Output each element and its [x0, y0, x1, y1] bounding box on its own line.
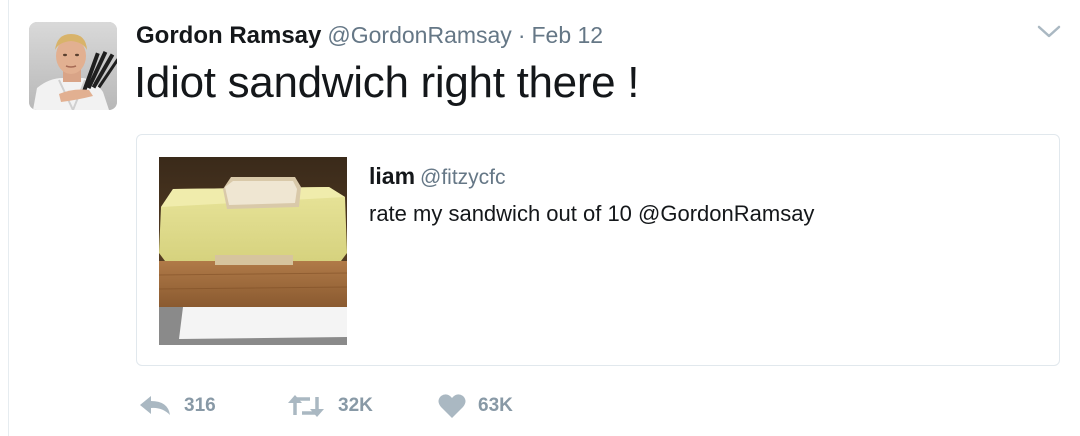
reply-icon — [138, 393, 172, 419]
tweet-text: Idiot sandwich right there ! — [134, 58, 640, 107]
quoted-author-name[interactable]: liam — [369, 163, 415, 189]
quoted-tweet-header: liam @fitzycfc — [369, 163, 506, 190]
like-button[interactable]: 63K — [438, 390, 513, 422]
reply-button[interactable]: 316 — [138, 390, 216, 422]
avatar[interactable] — [29, 22, 117, 110]
quoted-author-handle[interactable]: @fitzycfc — [420, 166, 506, 189]
timeline-divider — [8, 0, 9, 436]
retweet-count: 32K — [338, 395, 373, 416]
tweet-header: Gordon Ramsay @GordonRamsay · Feb 12 — [136, 22, 603, 50]
retweet-icon — [286, 393, 326, 419]
quoted-tweet-text: rate my sandwich out of 10 @GordonRamsay — [369, 201, 815, 226]
quoted-tweet-card[interactable]: liam @fitzycfc rate my sandwich out of 10… — [136, 134, 1060, 366]
author-name[interactable]: Gordon Ramsay — [136, 22, 321, 49]
author-handle[interactable]: @GordonRamsay — [327, 22, 511, 48]
reply-count: 316 — [184, 395, 216, 416]
chevron-down-icon[interactable] — [1036, 24, 1062, 40]
quoted-tweet-image[interactable] — [159, 157, 347, 345]
retweet-button[interactable]: 32K — [286, 390, 373, 422]
heart-icon — [438, 393, 466, 419]
tweet-date[interactable]: Feb 12 — [531, 22, 603, 48]
like-count: 63K — [478, 395, 513, 416]
separator-dot: · — [517, 22, 526, 48]
